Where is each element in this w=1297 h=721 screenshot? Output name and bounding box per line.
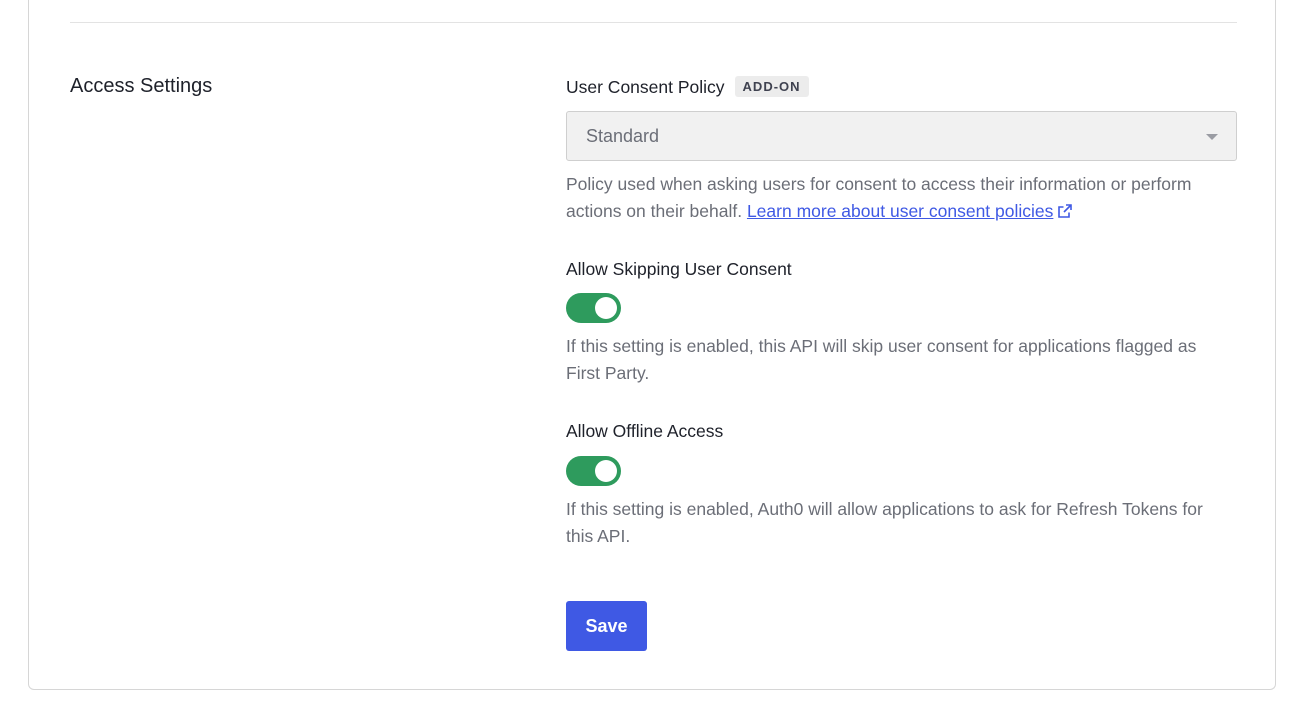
chevron-down-icon: [1206, 134, 1218, 140]
offline-access-label: Allow Offline Access: [566, 421, 724, 441]
skip-consent-help: If this setting is enabled, this API wil…: [566, 336, 1197, 383]
toggle-knob: [595, 460, 617, 482]
learn-more-link-text: Learn more about user consent policies: [746, 201, 1054, 221]
external-link-icon: [1058, 204, 1073, 218]
add-on-badge: ADD-ON: [734, 76, 809, 97]
offline-access-help: If this setting is enabled, Auth0 will a…: [566, 499, 1203, 546]
section-divider: [70, 22, 1237, 23]
toggle-knob: [595, 297, 617, 319]
section-title: Access Settings: [70, 75, 213, 97]
skip-consent-label: Allow Skipping User Consent: [566, 259, 792, 279]
save-button[interactable]: Save: [566, 601, 647, 651]
consent-policy-label-row: User Consent Policy ADD-ON: [566, 76, 809, 98]
consent-policy-selected-value: Standard: [586, 126, 660, 146]
consent-policy-learn-more-link[interactable]: Learn more about user consent policies: [747, 201, 1073, 221]
consent-policy-select[interactable]: Standard: [566, 111, 1237, 161]
offline-access-toggle[interactable]: [566, 456, 621, 486]
consent-policy-help: Policy used when asking users for consen…: [566, 171, 1246, 225]
consent-policy-label: User Consent Policy: [566, 77, 725, 97]
skip-consent-toggle[interactable]: [566, 293, 621, 323]
